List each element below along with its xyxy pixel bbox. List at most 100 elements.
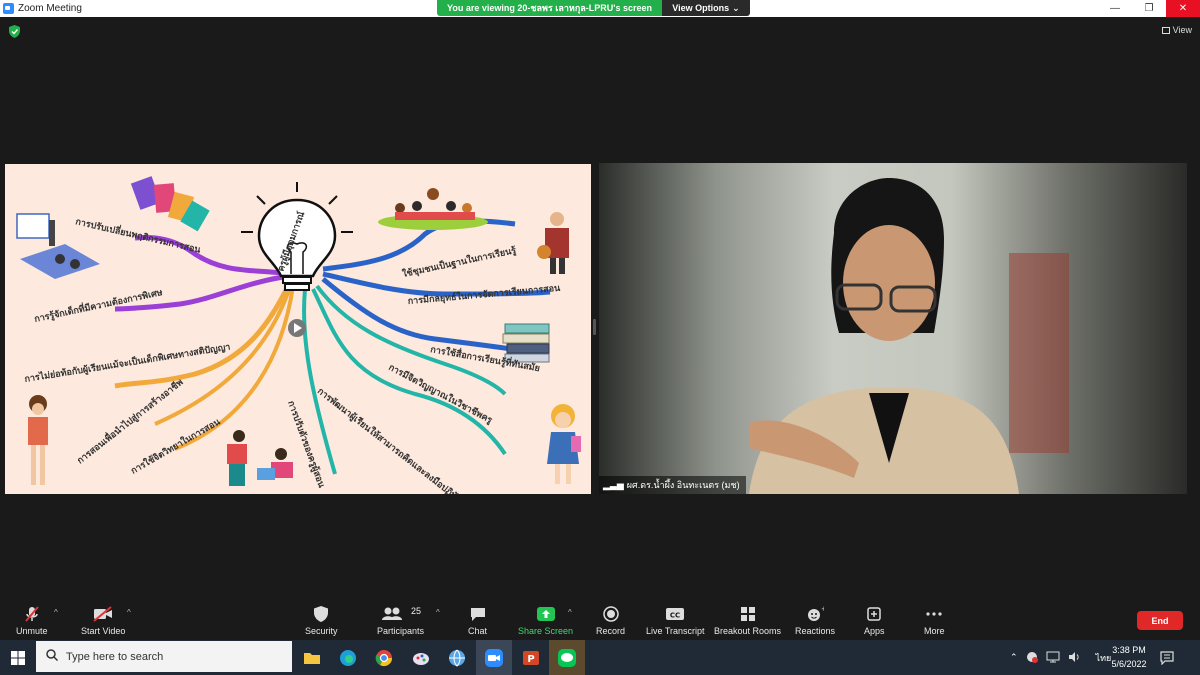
closed-caption-icon: CC	[665, 604, 685, 624]
security-shield-icon	[313, 604, 329, 624]
system-tray: ⌃ ไทย	[1010, 640, 1111, 675]
mindmap-branch-label: การรู้จักเด็กที่มีความต้องการพิเศษ	[33, 285, 164, 325]
viewing-banner: You are viewing 20-ชลพร เลาหกุล-LPRU's s…	[437, 0, 750, 16]
svg-text:CC: CC	[670, 612, 680, 620]
mindmap-branch-label: การไม่ย่อท้อกับผู้เรียนแม้จะเป็นเด็กพิเศ…	[23, 340, 231, 385]
chat-label: Chat	[468, 626, 488, 636]
start-video-label: Start Video	[81, 626, 126, 636]
mindmap-branch-label: ใช้ชุมชนเป็นฐานในการเรียนรู้	[401, 243, 517, 280]
reactions-label: Reactions	[795, 626, 836, 636]
edge-icon	[340, 649, 356, 666]
book-stack-illustration	[502, 323, 550, 363]
apps-button[interactable]: Apps	[864, 604, 885, 636]
view-options-button[interactable]: View Options ⌄	[662, 0, 750, 16]
end-meeting-button[interactable]: End	[1137, 611, 1183, 630]
chrome-icon	[375, 649, 393, 666]
close-button[interactable]: ✕	[1166, 0, 1200, 17]
maximize-button[interactable]: ❐	[1132, 0, 1166, 17]
reactions-smiley-icon: +	[806, 604, 824, 624]
antivirus-tray-icon[interactable]	[1026, 651, 1038, 665]
view-label: View	[1172, 25, 1192, 35]
audio-options-caret[interactable]: ^	[54, 608, 58, 617]
windows-start-button[interactable]	[0, 640, 36, 675]
paint-app-icon	[413, 652, 429, 665]
tray-overflow-chevron-icon[interactable]: ⌃	[1010, 652, 1018, 663]
zoom-video-icon	[485, 648, 503, 667]
search-placeholder: Type here to search	[66, 650, 164, 663]
security-button[interactable]: Security	[305, 604, 338, 636]
reactions-button[interactable]: + Reactions	[795, 604, 835, 636]
video-options-caret[interactable]: ^	[127, 608, 131, 617]
shared-screen: ครูผู้มีอุดมการณ์ การปรับเปลี่ยนพฤติกรรม…	[5, 164, 591, 494]
meeting-area: View ครูผู้มีอุดมการณ์ การปรับเปลี่ยนพฤต…	[0, 17, 1200, 600]
signal-strength-icon: ▂▃▅	[603, 479, 624, 490]
participants-count: 25	[411, 606, 422, 616]
line-chat-icon	[558, 648, 576, 667]
participants-label: Participants	[377, 626, 425, 636]
record-icon	[602, 604, 620, 624]
live-transcript-button[interactable]: CC Live Transcript	[646, 604, 705, 636]
participants-options-caret[interactable]: ^	[436, 608, 440, 617]
globe-app-icon	[449, 649, 465, 667]
muted-microphone-icon	[23, 604, 41, 624]
encryption-shield-icon[interactable]	[9, 25, 20, 38]
mind-map: ครูผู้มีอุดมการณ์ การปรับเปลี่ยนพฤติกรรม…	[16, 176, 581, 494]
powerpoint-icon: P	[523, 650, 539, 665]
edge-browser-button[interactable]	[330, 640, 366, 675]
breakout-rooms-button[interactable]: Breakout Rooms	[714, 604, 781, 636]
app-button[interactable]	[403, 640, 439, 675]
breakout-rooms-icon	[739, 604, 757, 624]
speaker-volume-icon[interactable]	[1068, 651, 1080, 665]
windows-taskbar: Type here to search P ⌃ ไทย 3:38 PM 5/6/…	[0, 640, 1200, 675]
line-app-button[interactable]	[549, 640, 585, 675]
schoolgirl-illustration	[547, 404, 581, 484]
network-icon[interactable]	[1046, 651, 1060, 665]
share-screen-label: Share Screen	[518, 626, 574, 636]
powerpoint-app-button[interactable]: P	[513, 640, 549, 675]
more-label: More	[924, 626, 945, 636]
breakout-rooms-label: Breakout Rooms	[714, 626, 782, 636]
folder-icon	[304, 652, 320, 664]
split-view-handle[interactable]	[593, 319, 596, 335]
notification-center-button[interactable]	[1160, 640, 1174, 675]
window-controls: — ❐ ✕	[1098, 0, 1200, 17]
security-label: Security	[305, 626, 338, 636]
clock-time: 3:38 PM	[1112, 645, 1146, 655]
share-options-caret[interactable]: ^	[568, 608, 572, 617]
share-screen-icon	[536, 604, 556, 624]
more-dots-icon	[925, 604, 943, 624]
minimize-button[interactable]: —	[1098, 0, 1132, 17]
view-options-label: View Options	[672, 3, 730, 13]
live-transcript-label: Live Transcript	[646, 626, 705, 636]
share-screen-button[interactable]: Share Screen	[518, 604, 573, 636]
chevron-down-icon: ⌄	[732, 2, 740, 13]
apps-label: Apps	[864, 626, 885, 636]
more-button[interactable]: More	[924, 604, 945, 636]
chat-bubble-icon	[469, 604, 487, 624]
teacher-woman-illustration	[28, 395, 48, 485]
taskbar-clock[interactable]: 3:38 PM 5/6/2022	[1104, 643, 1154, 671]
notification-icon	[1160, 650, 1174, 665]
mindmap-branch-label: การมีจิตวิญญาณในวิชาชีพครู	[387, 361, 495, 426]
app-button[interactable]	[439, 640, 475, 675]
taskbar-search-input[interactable]: Type here to search	[36, 641, 292, 672]
view-layout-button[interactable]: View	[1161, 25, 1192, 35]
grid-icon	[1161, 26, 1170, 34]
search-icon	[46, 649, 59, 664]
svg-text:+: +	[821, 605, 824, 613]
viewing-message: You are viewing 20-ชลพร เลาหกุล-LPRU's s…	[437, 0, 662, 16]
chat-button[interactable]: Chat	[468, 604, 487, 636]
zoom-app-button[interactable]	[476, 640, 512, 675]
unmute-label: Unmute	[16, 626, 48, 636]
children-group-illustration	[378, 188, 488, 230]
record-button[interactable]: Record	[596, 604, 625, 636]
participant-name: ผศ.ดร.น้ำผึ้ง อินทะเนตร (มช)	[626, 480, 740, 490]
unmute-button[interactable]: Unmute	[16, 604, 48, 636]
chrome-browser-button[interactable]	[366, 640, 402, 675]
file-explorer-button[interactable]	[294, 640, 330, 675]
video-off-icon	[92, 604, 114, 624]
start-video-button[interactable]: Start Video	[81, 604, 125, 636]
mindmap-branch-label: การใช้จิตวิทยาในการสอน	[129, 415, 223, 476]
record-label: Record	[596, 626, 626, 636]
teacher-student-illustration	[227, 430, 293, 486]
